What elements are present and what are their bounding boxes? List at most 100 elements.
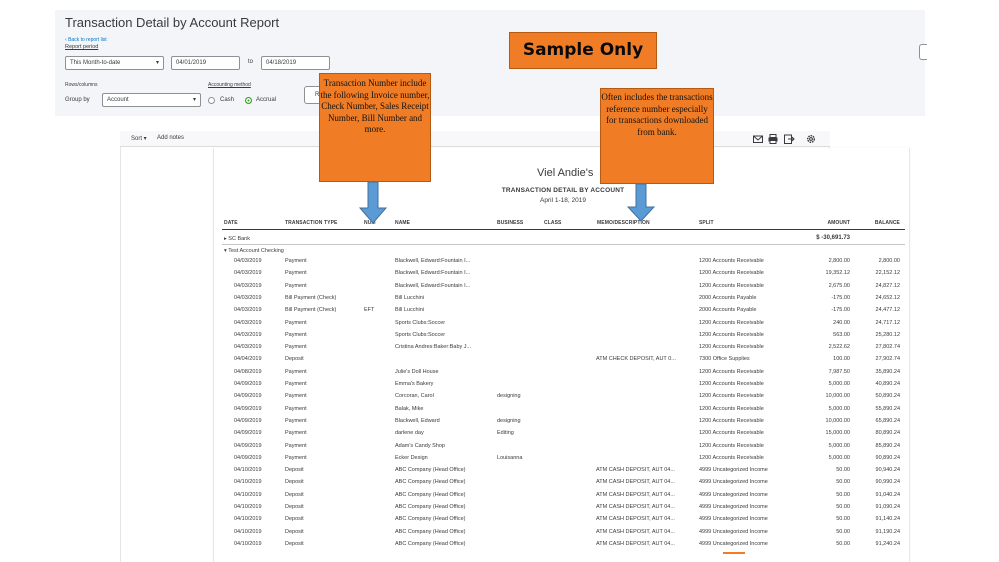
group-total-sc-bank: $ -30,691.73 bbox=[816, 235, 850, 241]
group-row-sc-bank[interactable]: ▸ SC Bank bbox=[224, 236, 250, 242]
cell-amount: 2,800.00 bbox=[828, 258, 850, 264]
table-row[interactable]: 04/03/2019 Payment Cristina Andres:Baker:B… bbox=[0, 344, 999, 356]
cell-type: Deposit bbox=[285, 516, 304, 523]
cell-balance: 91,190.24 bbox=[875, 528, 900, 535]
table-row[interactable]: 04/09/2019 Payment Corcoran, Carol designin… bbox=[0, 393, 999, 405]
table-row[interactable]: 04/03/2019 Payment Blackwell, Edward:Fount… bbox=[0, 283, 999, 295]
num-callout: Transaction Number include the following… bbox=[319, 73, 431, 182]
table-row[interactable]: 04/03/2019 Bill Payment (Check) Bill Lucch… bbox=[0, 295, 999, 307]
cell-balance: 27,802.74 bbox=[875, 344, 900, 351]
table-row[interactable]: 04/10/2019 Deposit ABC Company (Head Offic… bbox=[0, 516, 999, 528]
table-row[interactable]: 04/09/2019 Payment Adam's Candy Shop 1200 A… bbox=[0, 443, 999, 455]
cell-split: 1200 Accounts Receivable bbox=[699, 319, 764, 326]
table-row[interactable]: 04/09/2019 Payment Blackwell, Edward design… bbox=[0, 418, 999, 430]
column-header-name[interactable]: NAME bbox=[395, 220, 410, 226]
gear-icon[interactable] bbox=[805, 133, 817, 145]
group-by-select[interactable]: Account ▾ bbox=[102, 93, 201, 107]
cell-amount: 15,000.00 bbox=[825, 430, 850, 437]
cell-balance: 35,890.24 bbox=[875, 368, 900, 375]
cell-name: ABC Company (Head Office) bbox=[395, 467, 466, 474]
table-row[interactable]: 04/09/2019 Payment Balak, Mike 1200 Account… bbox=[0, 406, 999, 418]
cell-date: 04/10/2019 bbox=[234, 528, 262, 535]
cell-date: 04/09/2019 bbox=[234, 442, 262, 449]
cell-amount: 10,000.00 bbox=[825, 417, 850, 424]
table-row[interactable]: 04/10/2019 Deposit ABC Company (Head Offic… bbox=[0, 529, 999, 541]
table-row[interactable]: 04/08/2019 Payment Julie's Doll House 1200 … bbox=[0, 369, 999, 381]
cell-name: Cristina Andres:Baker:Baby J... bbox=[395, 344, 472, 351]
column-header-date[interactable]: DATE bbox=[224, 220, 238, 226]
save-customization-button[interactable] bbox=[919, 44, 927, 60]
table-row[interactable]: 04/03/2019 Bill Payment (Check) EFT Bill Lu… bbox=[0, 307, 999, 319]
back-link-label: Back to report list bbox=[68, 37, 107, 43]
column-header-amount[interactable]: AMOUNT bbox=[800, 220, 850, 226]
table-row[interactable]: 04/03/2019 Payment Sports Clubs:Soccer 1200… bbox=[0, 320, 999, 332]
report-period-select[interactable]: This Month-to-date ▾ bbox=[65, 56, 164, 70]
table-row[interactable]: 04/09/2019 Payment Ecker Design Louisanna 12… bbox=[0, 455, 999, 467]
end-date-input[interactable]: 04/18/2019 bbox=[261, 56, 330, 70]
accrual-radio[interactable] bbox=[245, 97, 252, 104]
cell-date: 04/10/2019 bbox=[234, 540, 262, 547]
cell-memo: ATM CHECK DEPOSIT, AUT 0... bbox=[596, 356, 676, 363]
cell-date: 04/08/2019 bbox=[234, 368, 262, 375]
cell-type: Payment bbox=[285, 417, 307, 424]
table-row[interactable]: 04/10/2019 Deposit ABC Company (Head Offic… bbox=[0, 541, 999, 553]
caret-down-icon: ▾ bbox=[192, 97, 196, 103]
table-row[interactable]: 04/10/2019 Deposit ABC Company (Head Offic… bbox=[0, 492, 999, 504]
cell-balance: 80,890.24 bbox=[875, 430, 900, 437]
caret-down-icon: ▾ bbox=[155, 60, 159, 66]
table-row[interactable]: 04/04/2019 Deposit ATM CHECK DEPOSIT, AUT … bbox=[0, 356, 999, 368]
table-row[interactable]: 04/09/2019 Payment Emma's Bakery 1200 Accou… bbox=[0, 381, 999, 393]
cell-split: 4999 Uncategorized Income bbox=[699, 504, 768, 510]
group-row-test-account-checking[interactable]: ▾ Test Account Checking bbox=[224, 248, 284, 254]
table-row[interactable]: 04/10/2019 Deposit ABC Company (Head Offic… bbox=[0, 467, 999, 479]
cell-amount: 563.00 bbox=[833, 331, 850, 338]
cell-name: Blackwell, Edward:Fountain I... bbox=[395, 270, 471, 277]
cell-split: 4999 Uncategorized Income bbox=[699, 479, 768, 486]
column-header-transaction-type[interactable]: TRANSACTION TYPE bbox=[285, 220, 337, 226]
table-row[interactable]: 04/03/2019 Payment Blackwell, Edward:Fount… bbox=[0, 258, 999, 270]
cell-balance: 25,280.12 bbox=[875, 331, 900, 338]
cell-split: 4999 Uncategorized Income bbox=[699, 516, 768, 523]
cell-type: Bill Payment (Check) bbox=[285, 307, 337, 314]
sort-button[interactable]: Sort ▾ bbox=[131, 135, 147, 142]
cell-balance: 22,152.12 bbox=[875, 270, 900, 277]
cell-balance: 90,940.24 bbox=[875, 467, 900, 474]
cell-name: darlene day bbox=[395, 430, 424, 437]
back-to-report-list-link[interactable]: ‹ Back to report list bbox=[65, 37, 107, 43]
cell-balance: 85,890.24 bbox=[875, 442, 900, 449]
cell-name: Blackwell, Edward:Fountain I... bbox=[395, 282, 471, 289]
column-header-class[interactable]: CLASS bbox=[544, 220, 561, 226]
column-header-business[interactable]: BUSINESS bbox=[497, 220, 523, 226]
cell-date: 04/09/2019 bbox=[234, 430, 262, 437]
print-icon[interactable] bbox=[767, 133, 779, 145]
cell-date: 04/03/2019 bbox=[234, 307, 262, 314]
cell-name: Corcoran, Carol bbox=[395, 393, 434, 400]
table-row[interactable]: 04/03/2019 Payment Sports Clubs:Soccer 1200… bbox=[0, 332, 999, 344]
cell-date: 04/09/2019 bbox=[234, 393, 262, 400]
cell-date: 04/10/2019 bbox=[234, 491, 262, 498]
add-notes-button[interactable]: Add notes bbox=[157, 135, 184, 141]
highlight-underline bbox=[723, 552, 745, 554]
column-header-split[interactable]: SPLIT bbox=[699, 220, 714, 226]
cell-date: 04/03/2019 bbox=[234, 331, 262, 338]
cell-type: Deposit bbox=[285, 491, 304, 498]
export-icon[interactable] bbox=[783, 133, 795, 145]
cell-amount: 2,522.62 bbox=[828, 344, 850, 351]
table-row[interactable]: 04/10/2019 Deposit ABC Company (Head Offic… bbox=[0, 479, 999, 491]
cell-split: 1200 Accounts Receivable bbox=[699, 393, 764, 400]
table-row[interactable]: 04/10/2019 Deposit ABC Company (Head Offic… bbox=[0, 504, 999, 516]
cash-radio[interactable] bbox=[208, 97, 215, 104]
report-period-value: This Month-to-date bbox=[70, 60, 121, 66]
cell-amount: 50.00 bbox=[836, 467, 850, 474]
cell-split: 2000 Accounts Payable bbox=[699, 294, 757, 301]
report-period-label: Report period bbox=[65, 44, 99, 50]
email-icon[interactable] bbox=[752, 133, 764, 145]
cell-date: 04/03/2019 bbox=[234, 344, 262, 351]
table-row[interactable]: 04/09/2019 Payment darlene day Editing 1200 … bbox=[0, 430, 999, 442]
cell-date: 04/04/2019 bbox=[234, 356, 262, 363]
start-date-input[interactable]: 04/01/2019 bbox=[171, 56, 240, 70]
cell-amount: 50.00 bbox=[836, 540, 850, 547]
table-row[interactable]: 04/03/2019 Payment Blackwell, Edward:Fount… bbox=[0, 270, 999, 282]
column-header-balance[interactable]: BALANCE bbox=[850, 220, 900, 226]
cell-balance: 24,827.12 bbox=[875, 282, 900, 289]
